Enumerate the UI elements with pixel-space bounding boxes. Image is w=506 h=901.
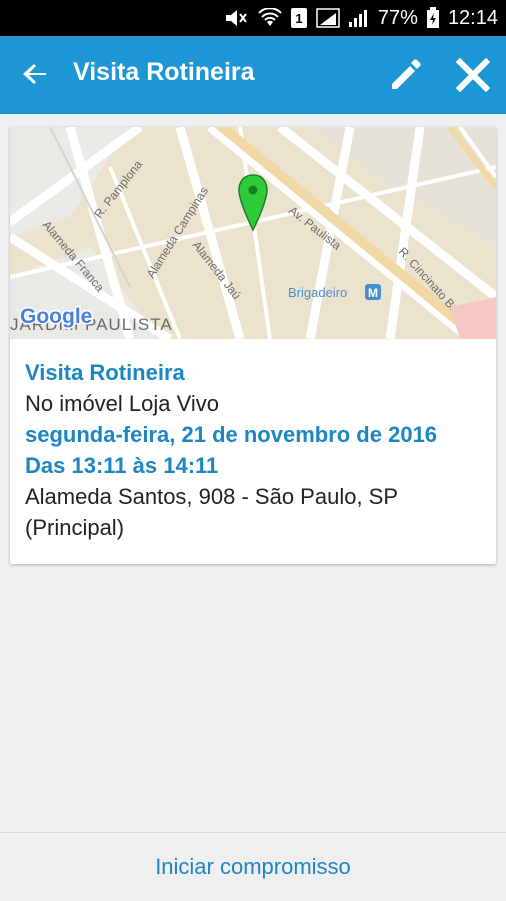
start-appointment-button[interactable]: Iniciar compromisso	[155, 854, 351, 880]
page-title: Visita Rotineira	[73, 58, 255, 86]
google-logo: Google	[20, 305, 92, 328]
signal-bars-icon	[348, 8, 370, 28]
event-property: No imóvel Loja Vivo	[25, 391, 220, 416]
event-info: Visita Rotineira No imóvel Loja Vivo seg…	[25, 357, 481, 543]
app-bar: Visita Rotineira	[0, 36, 506, 114]
event-time-range: Das 13:11 às 14:11	[25, 453, 219, 478]
event-address-note: (Principal)	[25, 515, 125, 540]
close-icon[interactable]	[455, 57, 491, 93]
event-title: Visita Rotineira	[25, 360, 185, 385]
sim-label: 1	[295, 11, 302, 26]
arrow-back-icon[interactable]	[20, 58, 52, 90]
station-label: Brigadeiro	[288, 285, 347, 300]
mute-icon	[224, 8, 250, 28]
clock: 12:14	[447, 6, 498, 29]
event-address: Alameda Santos, 908 - São Paulo, SP	[25, 484, 399, 509]
wifi-icon	[258, 8, 282, 28]
metro-badge: M	[368, 286, 378, 300]
status-bar: 1 77% 12:14	[0, 0, 506, 36]
pencil-icon[interactable]	[388, 56, 424, 92]
event-card[interactable]: R. Pamplona Alameda Campinas Av. Paulist…	[10, 127, 496, 564]
battery-percent: 77%	[377, 6, 418, 29]
battery-icon	[426, 7, 440, 29]
signal-icon	[316, 8, 340, 28]
event-date: segunda-feira, 21 de novembro de 2016	[25, 422, 438, 447]
map-view[interactable]: R. Pamplona Alameda Campinas Av. Paulist…	[10, 127, 496, 339]
sim-icon: 1	[290, 7, 308, 29]
footer-bar: Iniciar compromisso	[0, 832, 506, 901]
